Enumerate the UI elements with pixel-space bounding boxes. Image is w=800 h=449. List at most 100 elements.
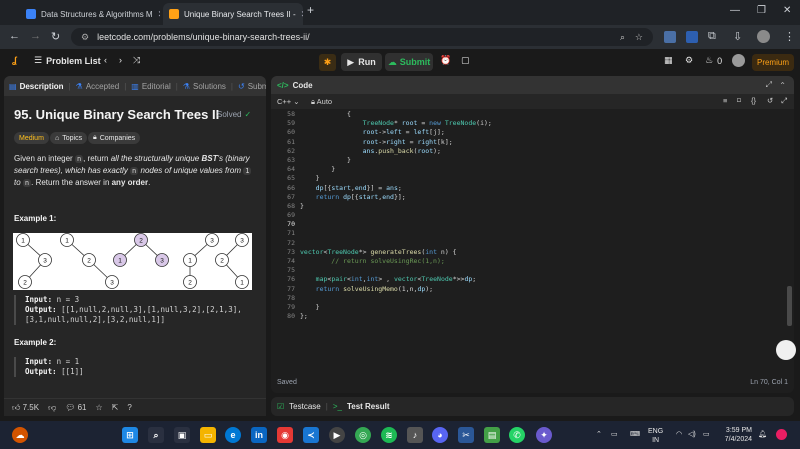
streak-counter[interactable]: ♨ 0 <box>705 55 722 66</box>
random-problem-icon[interactable]: ⤨ <box>133 55 140 66</box>
code-line[interactable] <box>300 229 790 238</box>
next-problem-icon[interactable]: › <box>119 55 122 65</box>
file-explorer-icon[interactable]: ▭ <box>200 427 216 443</box>
site-info-icon[interactable]: ⚙ <box>81 32 89 43</box>
notification-bell-icon[interactable]: 🔔︎ <box>758 430 767 439</box>
layout-icon[interactable]: ▦ <box>664 55 673 66</box>
code-line[interactable]: root->left = left[j]; <box>300 128 790 137</box>
snipping-tool-icon[interactable]: ✂ <box>458 427 474 443</box>
assistant-bubble-icon[interactable] <box>776 340 796 360</box>
tab-solutions[interactable]: ⚗ Solutions <box>178 82 231 91</box>
copilot-icon[interactable] <box>776 429 787 440</box>
comments-button[interactable]: 💬︎ 61 <box>65 403 86 412</box>
extension-icon[interactable] <box>664 31 676 43</box>
favorite-star-icon[interactable]: ☆ <box>96 403 103 412</box>
chrome-icon[interactable]: ◎ <box>355 427 371 443</box>
prev-problem-icon[interactable]: ‹ <box>104 55 107 65</box>
code-line[interactable] <box>300 266 790 275</box>
tab-accepted[interactable]: ⚗ Accepted <box>71 82 125 91</box>
wifi-icon[interactable]: ◠ <box>676 430 682 439</box>
spotify-icon[interactable]: ≋ <box>381 427 397 443</box>
tray-app-icon[interactable]: ▭ <box>611 430 618 439</box>
browser-tab-dsa[interactable]: Data Structures & Algorithms M ✕ <box>20 3 160 25</box>
linkedin-icon[interactable]: in <box>251 427 267 443</box>
download-icon[interactable]: ⇩ <box>733 30 742 43</box>
format-icon[interactable]: ≡ <box>723 96 727 105</box>
notes-icon[interactable]: ▢ <box>461 55 470 66</box>
code-line[interactable]: }; <box>300 312 790 321</box>
reset-icon[interactable]: ↺ <box>767 96 773 105</box>
task-view-icon[interactable]: ▣ <box>174 427 190 443</box>
reload-icon[interactable]: ↻ <box>51 30 60 43</box>
close-window-icon[interactable]: ✕ <box>783 5 791 16</box>
autocomplete-mode[interactable]: 🔒︎ Auto <box>311 97 332 107</box>
windows-start-icon[interactable]: ⊞ <box>122 427 138 443</box>
close-tab-icon[interactable]: ✕ <box>158 9 160 20</box>
language-indicator[interactable]: ENG IN <box>648 427 663 445</box>
weather-icon[interactable]: ☁ <box>12 427 28 443</box>
share-icon[interactable]: ⇱ <box>112 403 119 412</box>
code-area[interactable]: { TreeNode* root = new TreeNode(i); root… <box>300 110 790 321</box>
tab-description[interactable]: ▤ Description <box>4 82 69 91</box>
code-line[interactable]: vector<TreeNode*> generateTrees(int n) { <box>300 248 790 257</box>
app-icon[interactable]: ◉ <box>277 427 293 443</box>
media-player-icon[interactable]: ▶ <box>329 427 345 443</box>
tab-editorial[interactable]: ▥ Editorial <box>126 82 175 91</box>
battery-icon[interactable]: ▭ <box>703 430 710 439</box>
code-line[interactable]: // return solveUsingRec(1,n); <box>300 257 790 266</box>
tab-submissions[interactable]: ↺Submi <box>233 82 266 91</box>
chrome-menu-icon[interactable]: ⋮ <box>784 30 795 43</box>
app-icon[interactable]: ✦ <box>536 427 552 443</box>
new-tab-icon[interactable]: + <box>307 3 314 17</box>
code-line[interactable]: return dp[{start,end}]; <box>300 193 790 202</box>
show-hidden-icons[interactable]: ⌃ <box>596 430 602 439</box>
restore-icon[interactable]: ❐ <box>757 5 766 16</box>
problem-list-link[interactable]: ☰ Problem List <box>34 55 101 66</box>
code-line[interactable]: } <box>300 174 790 183</box>
code-line[interactable]: map<pair<int,int> , vector<TreeNode*>>dp… <box>300 275 790 284</box>
back-icon[interactable]: ← <box>9 30 20 42</box>
braces-icon[interactable]: {} <box>751 96 756 105</box>
vscode-icon[interactable]: ≺ <box>303 427 319 443</box>
language-select[interactable]: C++ ⌄ <box>277 97 300 106</box>
code-line[interactable] <box>300 239 790 248</box>
like-button[interactable]: 👍︎ 7.5K <box>12 403 39 413</box>
whatsapp-icon[interactable]: ✆ <box>509 427 525 443</box>
dislike-icon[interactable]: 👎︎ <box>48 403 56 413</box>
code-line[interactable]: TreeNode* root = new TreeNode(i); <box>300 119 790 128</box>
code-line[interactable]: { <box>300 110 790 119</box>
browser-tab-leetcode[interactable]: Unique Binary Search Trees II - ✕ <box>163 3 303 25</box>
photos-icon[interactable]: ▤ <box>484 427 500 443</box>
run-button[interactable]: ▶ Run <box>341 53 382 71</box>
settings-gear-icon[interactable]: ⚙ <box>685 55 693 66</box>
code-line[interactable]: } <box>300 156 790 165</box>
code-line[interactable] <box>300 211 790 220</box>
code-line[interactable]: } <box>300 202 790 211</box>
code-line[interactable] <box>300 294 790 303</box>
editor-scrollbar[interactable] <box>787 286 792 326</box>
user-avatar[interactable] <box>732 54 745 67</box>
code-line[interactable]: } <box>300 165 790 174</box>
edge-icon[interactable]: e <box>225 427 241 443</box>
premium-button[interactable]: Premium <box>752 54 794 71</box>
code-line[interactable]: return solveUsingMemo(1,n,dp); <box>300 285 790 294</box>
tab-testcase[interactable]: Testcase <box>289 402 321 411</box>
keyboard-icon[interactable]: ⌨ <box>630 430 640 439</box>
tab-test-result[interactable]: Test Result <box>347 402 390 411</box>
url-bar[interactable]: ⚙ leetcode.com/problems/unique-binary-se… <box>71 28 653 46</box>
timer-icon[interactable]: ⏰ <box>440 55 451 66</box>
help-icon[interactable]: ? <box>127 403 131 412</box>
code-line[interactable]: root->right = right[k]; <box>300 138 790 147</box>
code-line[interactable]: ans.push_back(root); <box>300 147 790 156</box>
code-line[interactable]: dp[{start,end}] = ans; <box>300 184 790 193</box>
debug-icon[interactable]: ✱ <box>319 54 336 71</box>
zoom-icon[interactable]: ⌕ <box>620 32 625 43</box>
search-icon[interactable]: ⌕ <box>148 427 164 443</box>
extensions-puzzle-icon[interactable]: ⧉ <box>708 30 716 43</box>
bookmark-star-icon[interactable]: ☆ <box>635 32 643 43</box>
fullscreen-icon[interactable]: ⤢ <box>781 96 787 106</box>
forward-icon[interactable]: → <box>30 30 41 42</box>
discord-icon[interactable]: ◕ <box>432 427 448 443</box>
topics-chip[interactable]: ⌂ Topics <box>50 132 88 144</box>
clock[interactable]: 3:59 PM 7/4/2024 <box>718 426 752 444</box>
